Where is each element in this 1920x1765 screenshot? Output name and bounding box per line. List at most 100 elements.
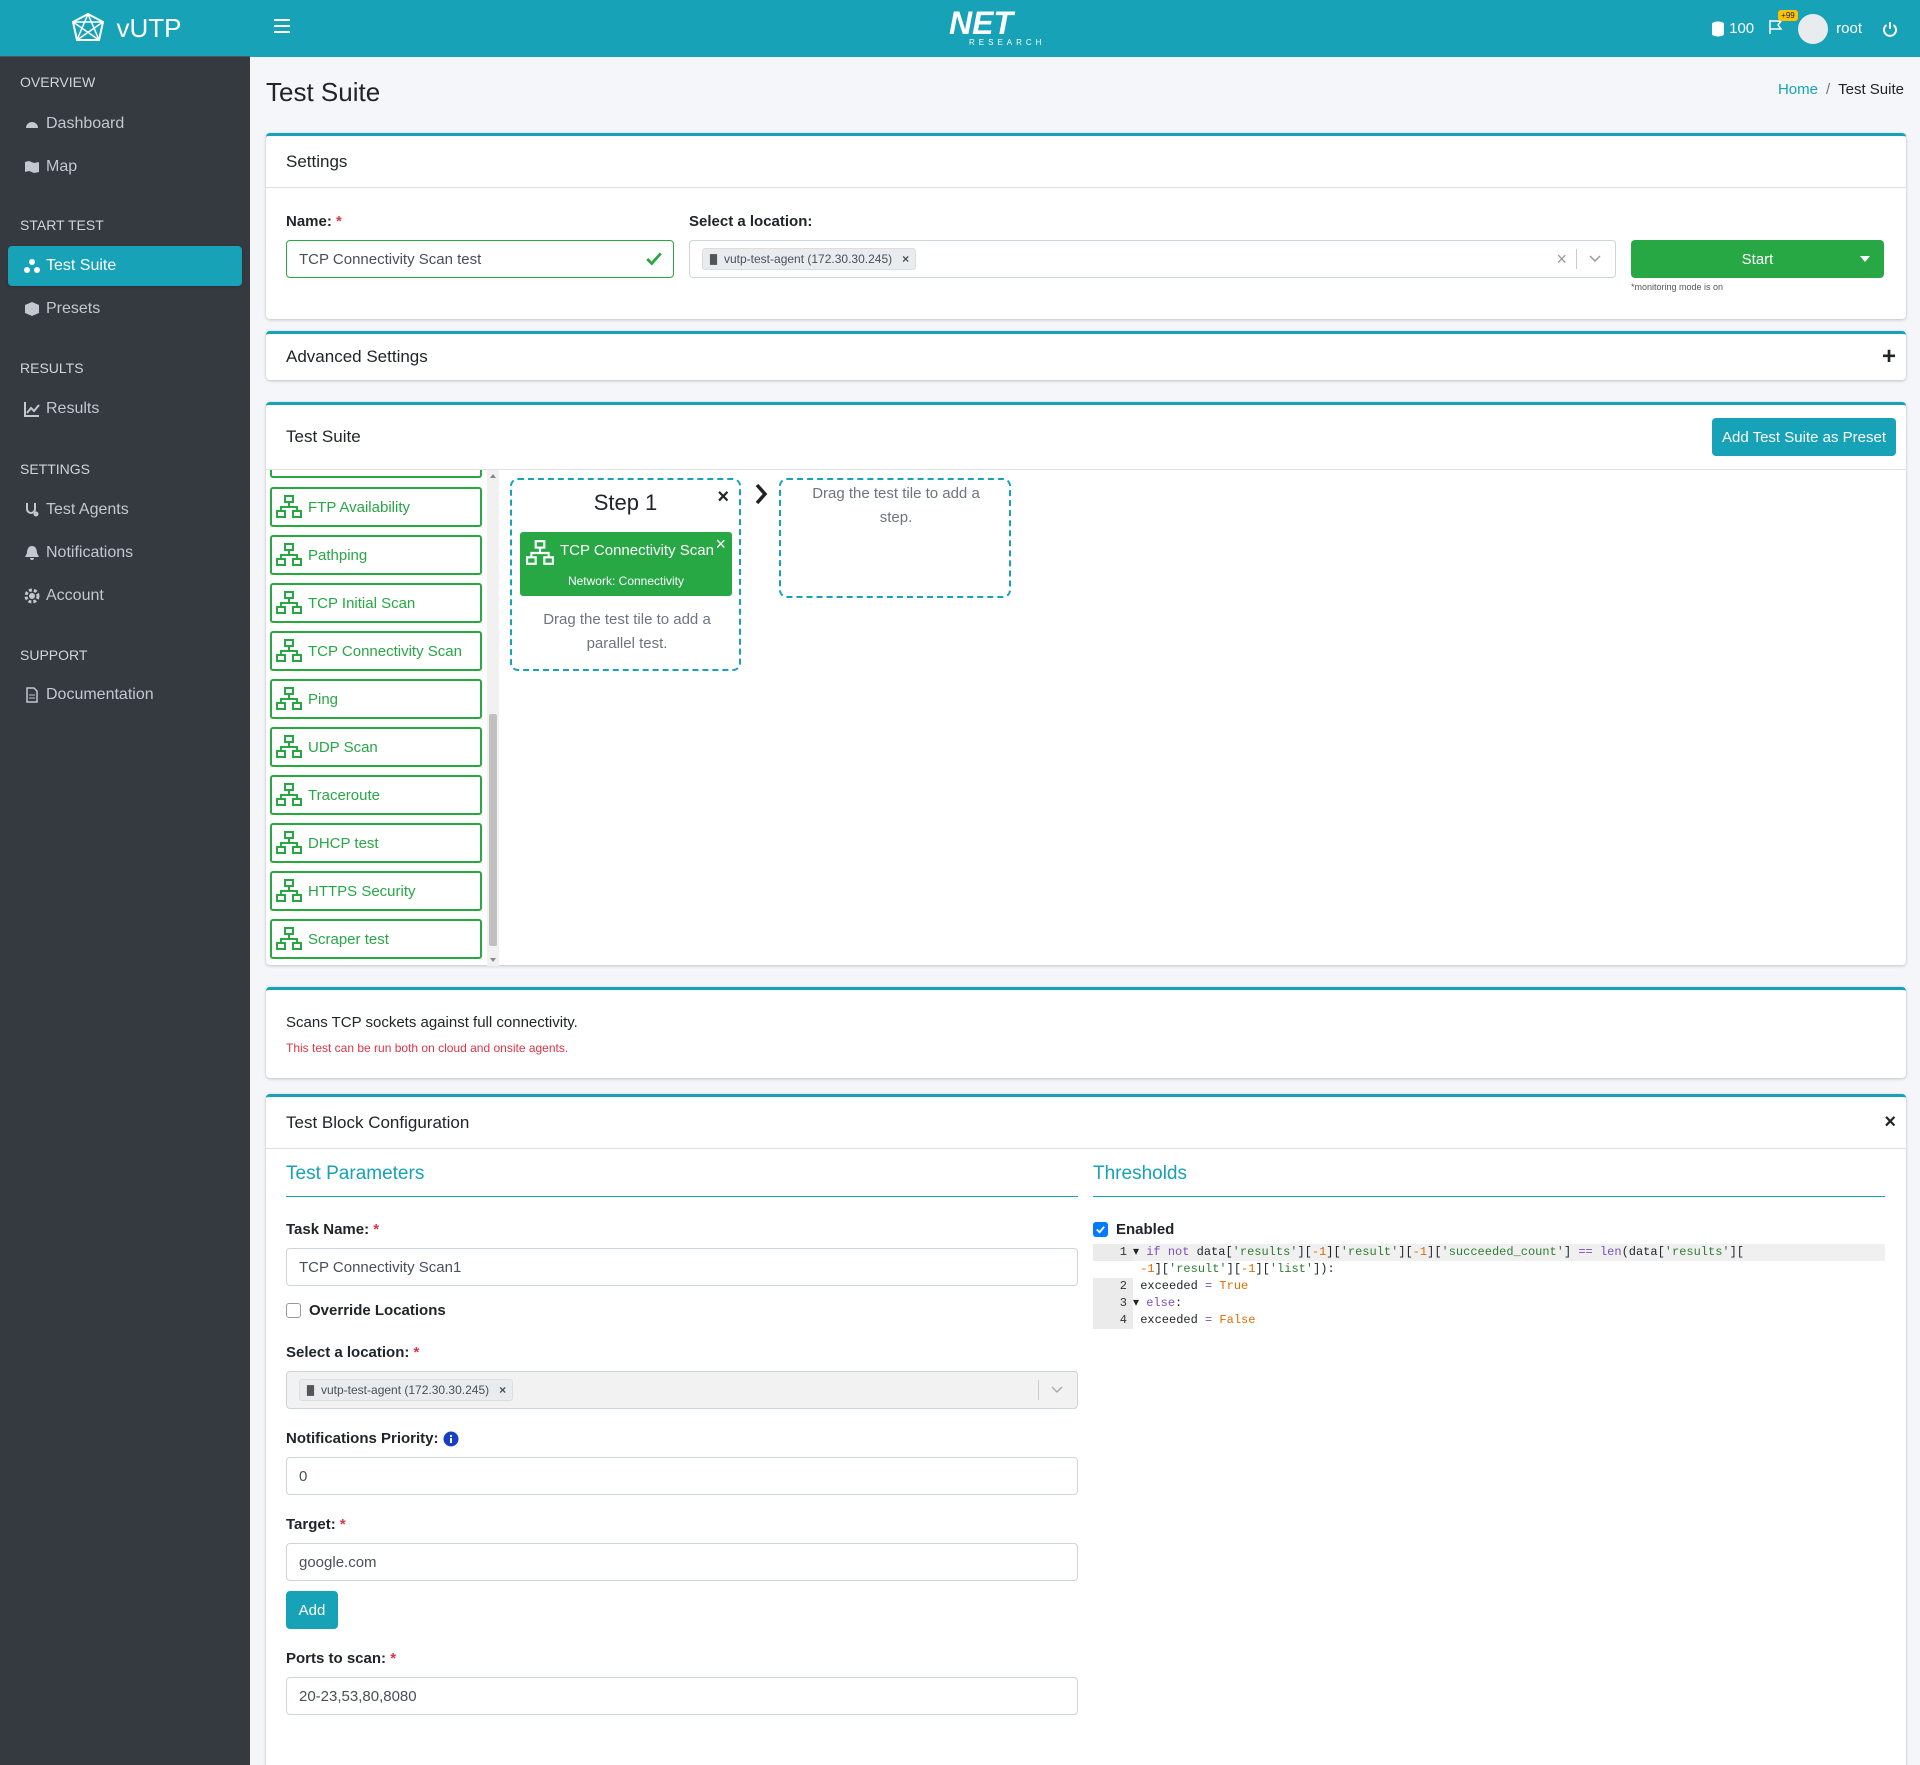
start-button[interactable]: Start [1631,240,1884,278]
scroll-up-icon[interactable] [490,474,496,478]
sidebar-item-account[interactable]: Account [8,576,242,616]
task-name-input[interactable]: TCP Connectivity Scan1 [286,1248,1078,1286]
ports-label: Ports to scan: * [286,1650,397,1667]
svg-text:NET: NET [949,6,1015,41]
sidebar-item-dashboard[interactable]: Dashboard [8,104,242,144]
sidebar-item-label: Account [46,587,104,604]
nav-header-start-test: START TEST [20,217,104,233]
tile-label: Pathping [308,546,368,564]
power-icon[interactable] [1882,21,1898,37]
sidebar-item-test-suite[interactable]: Test Suite [8,246,242,286]
step-hint: Drag the test tile to add a step. [812,485,980,526]
scroll-down-icon[interactable] [490,958,496,962]
card-title: Test Block Configuration [286,1112,470,1132]
sidebar-item-results[interactable]: Results [8,389,242,429]
scrollbar-thumb[interactable] [489,714,497,946]
flag-icon [1769,19,1783,34]
priority-input[interactable]: 0 [286,1457,1078,1495]
breadcrumb: Home / Test Suite [1778,81,1904,98]
caret-down-icon[interactable] [1860,256,1870,262]
hamburger-menu-icon[interactable] [274,19,290,33]
tile-pathping[interactable]: Pathping [270,535,482,575]
step-test-tile[interactable]: TCP Connectivity Scan Network: Connectiv… [520,532,732,596]
chart-icon [24,402,40,417]
clear-select-icon[interactable]: × [1556,249,1567,270]
network-tile-icon [276,687,302,710]
task-name-label: Task Name: * [286,1221,380,1238]
tile-ping[interactable]: Ping [270,679,482,719]
name-label-wrap: Name: * [286,213,342,230]
enabled-label: Enabled [1116,1221,1175,1238]
advanced-settings-card[interactable]: Advanced Settings + [266,331,1906,380]
location-tag: vutp-test-agent (172.30.30.245) × [702,248,917,270]
target-label: Target: * [286,1516,346,1533]
sidebar-item-label: Test Suite [46,257,117,274]
brand-logo-icon [71,12,104,41]
location-select[interactable]: vutp-test-agent (172.30.30.245) × × [689,240,1616,278]
remove-step-icon[interactable]: × [717,486,729,509]
add-preset-button[interactable]: Add Test Suite as Preset [1712,418,1896,456]
remove-tag-icon[interactable]: × [499,1383,506,1397]
step-1-box[interactable]: Step 1 × TCP Connectivity Scan Network: … [510,478,741,671]
tile-scraper-test[interactable]: Scraper test [270,919,482,959]
sidebar-item-notifications[interactable]: Notifications [8,533,242,573]
chevron-down-icon[interactable] [1051,1386,1063,1394]
tile-partial[interactable] [270,470,482,478]
info-icon[interactable] [443,1431,459,1447]
database-icon [1712,21,1725,36]
tile-ftp-availability[interactable]: FTP Availability [270,487,482,527]
line-number: 1 [1093,1244,1133,1261]
expand-plus-icon[interactable]: + [1882,343,1896,371]
breadcrumb-current: Test Suite [1838,81,1904,98]
tile-https-security[interactable]: HTTPS Security [270,871,482,911]
remove-tag-icon[interactable]: × [902,252,909,266]
thresholds-enabled[interactable]: Enabled [1093,1221,1174,1238]
stethoscope-icon [26,503,39,517]
tile-list-scrollbar[interactable] [487,470,499,966]
user-name: root [1836,20,1862,37]
step-title: Step 1 [593,490,658,515]
ports-input[interactable]: 20-23,53,80,8080 [286,1677,1078,1715]
breadcrumb-home-link[interactable]: Home [1778,81,1818,98]
monitoring-note: *monitoring mode is on [1631,282,1724,292]
sidebar-item-test-agents[interactable]: Test Agents [8,490,242,530]
close-icon[interactable]: × [1884,1111,1896,1134]
nav-section-support: SUPPORT [0,647,250,663]
brand-link[interactable]: vUTP [0,0,250,57]
tile-dhcp-test[interactable]: DHCP test [270,823,482,863]
block-location-select[interactable]: vutp-test-agent (172.30.30.245) × [286,1371,1078,1409]
add-step-dropzone[interactable]: Drag the test tile to add a step. [779,478,1011,598]
credits-indicator[interactable]: 100 [1711,20,1754,37]
chevron-down-icon[interactable] [1589,255,1601,263]
network-tile-icon [276,495,302,518]
remove-test-icon[interactable]: × [715,534,726,555]
threshold-code-editor[interactable]: 1 ▾ if not data['results'][-1]['result'][… [1093,1244,1885,1329]
network-tile-icon [276,591,302,614]
network-tile-icon [276,831,302,854]
sidebar-item-presets[interactable]: Presets [8,289,242,329]
nav-section-results: RESULTS [0,360,250,376]
tile-udp-scan[interactable]: UDP Scan [270,727,482,767]
override-locations-checkbox[interactable] [286,1303,301,1318]
credits-count: 100 [1729,20,1755,37]
tile-tcp-connectivity-scan[interactable]: TCP Connectivity Scan [270,631,482,671]
advanced-settings-header[interactable]: Advanced Settings + [266,334,1906,380]
sidebar-item-documentation[interactable]: Documentation [8,675,242,715]
tile-traceroute[interactable]: Traceroute [270,775,482,815]
override-locations[interactable]: Override Locations [286,1302,446,1319]
network-tile-icon [526,540,554,565]
net-research-logo: NET RESEARCH [943,5,1073,48]
tile-label: DHCP test [308,834,379,852]
add-target-button[interactable]: Add [286,1591,338,1629]
name-input[interactable]: TCP Connectivity Scan test [286,240,674,278]
target-input[interactable]: google.com [286,1543,1078,1581]
nav-section-start-test: START TEST [0,217,250,233]
tile-label: Ping [308,690,339,708]
code-line-2: 2 exceeded = True [1093,1278,1885,1295]
user-menu[interactable]: root [1798,13,1862,44]
enabled-checkbox[interactable] [1093,1222,1108,1237]
sidebar-item-map[interactable]: Map [8,147,242,187]
sidebar-item-label: Map [46,158,78,175]
tile-tcp-initial-scan[interactable]: TCP Initial Scan [270,583,482,623]
flag-notifications[interactable]: +99 [1768,9,1798,39]
